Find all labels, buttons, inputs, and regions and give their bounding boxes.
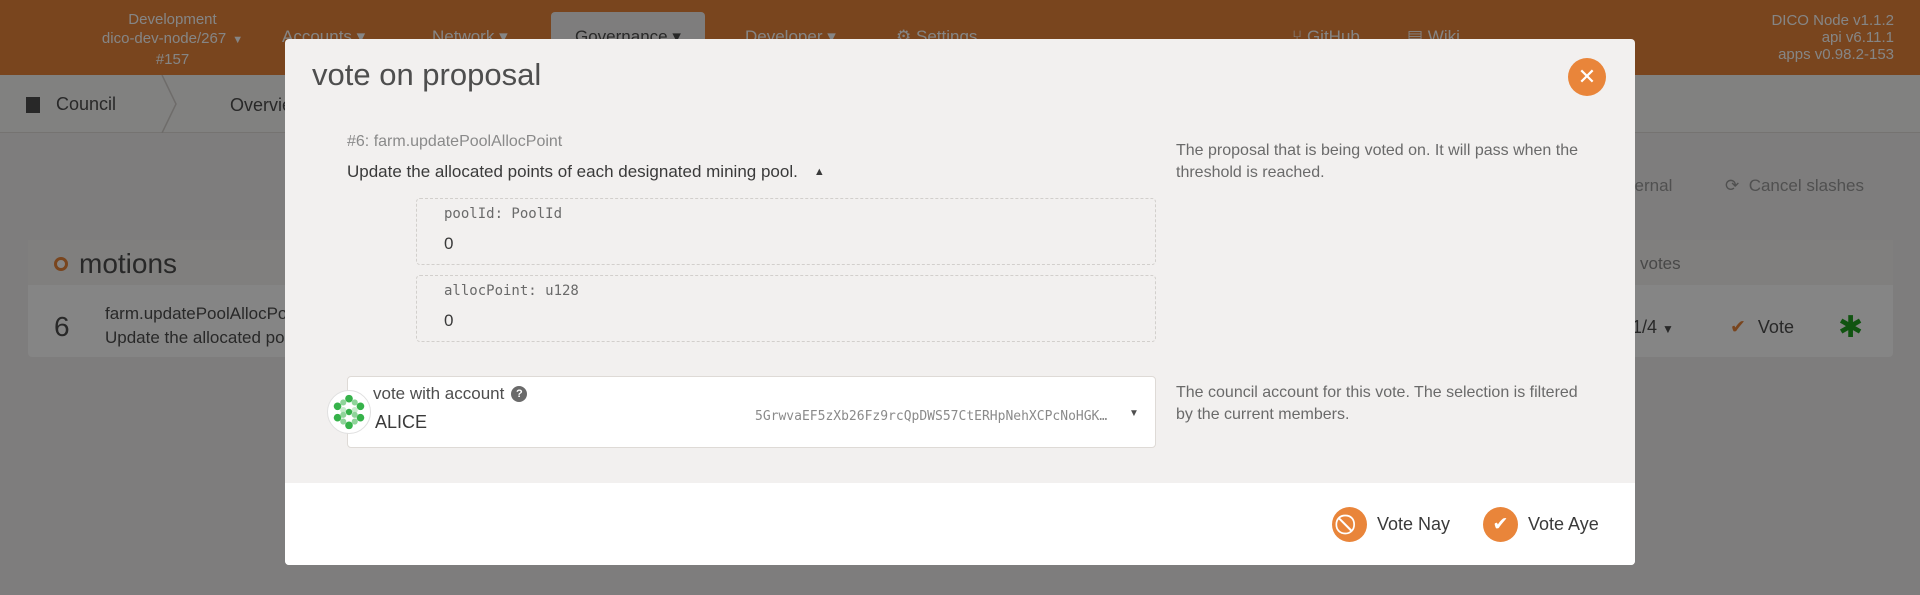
param-label: allocPoint: u128 [444, 283, 579, 299]
param-pool-id: poolId: PoolId 0 [416, 198, 1156, 265]
nay-block-icon: ⃠ [1332, 507, 1367, 542]
param-value: 0 [444, 311, 454, 330]
vote-aye-label: Vote Aye [1528, 514, 1599, 534]
param-alloc-point: allocPoint: u128 0 [416, 275, 1156, 342]
vote-aye-button[interactable]: ✔ Vote Aye [1483, 507, 1599, 542]
help-icon[interactable]: ? [511, 386, 528, 402]
proposal-reference: #6: farm.updatePoolAllocPoint [347, 133, 563, 150]
aye-check-icon: ✔ [1483, 507, 1518, 542]
vote-nay-label: Vote Nay [1377, 514, 1451, 534]
caret-up-icon: ▲ [813, 166, 825, 178]
caret-down-icon[interactable]: ▼ [1129, 408, 1139, 419]
account-name: ALICE [375, 412, 428, 432]
param-label: poolId: PoolId [444, 206, 563, 222]
close-button[interactable]: ✕ [1568, 58, 1606, 96]
close-icon: ✕ [1577, 64, 1597, 89]
proposal-summary-toggle[interactable]: Update the allocated points of each desi… [347, 162, 825, 182]
identicon [327, 390, 371, 434]
param-value: 0 [444, 234, 454, 253]
account-address: 5GrwvaEF5zXb26Fz9rcQpDWS57CtERHpNehXCPcN… [755, 409, 1115, 424]
vote-modal: vote on proposal ✕ #6: farm.updatePoolAl… [285, 39, 1635, 565]
account-label-text: vote with account [373, 384, 505, 403]
proposal-summary-text: Update the allocated points of each desi… [347, 162, 798, 181]
modal-title: vote on proposal [312, 57, 542, 92]
vote-nay-button[interactable]: ⃠ Vote Nay [1332, 507, 1450, 542]
account-field-label: vote with account ? [373, 384, 528, 404]
account-help-text: The council account for this vote. The s… [1176, 384, 1578, 423]
proposal-help-text: The proposal that is being voted on. It … [1176, 142, 1579, 181]
